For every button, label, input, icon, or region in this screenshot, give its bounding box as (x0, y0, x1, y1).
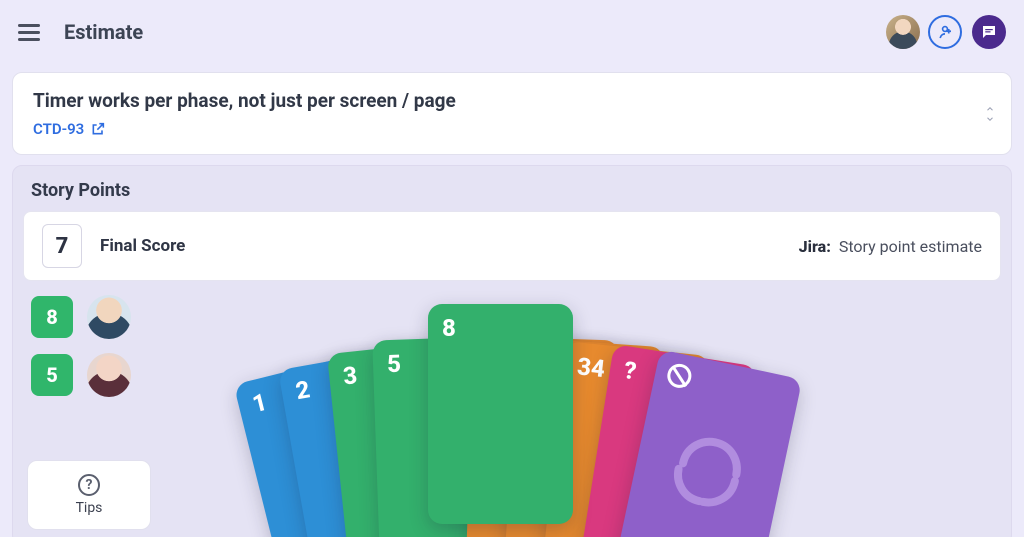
final-score-label: Final Score (100, 236, 185, 256)
invite-button[interactable] (928, 15, 962, 49)
issue-expand-handle[interactable] (983, 104, 997, 124)
issue-card: Timer works per phase, not just per scre… (12, 72, 1012, 155)
tips-button[interactable]: ? Tips (27, 460, 151, 530)
card-deck: 1 2 3 5 8 13 21 34 ? (258, 324, 818, 537)
poker-card-8[interactable]: 8 (428, 304, 573, 524)
issue-title: Timer works per phase, not just per scre… (33, 89, 991, 112)
jira-field-name: Story point estimate (839, 237, 982, 256)
chevron-up-icon (983, 104, 997, 114)
open-external-icon (90, 121, 106, 137)
jira-label: Jira: (799, 237, 831, 256)
help-icon: ? (78, 474, 100, 496)
chat-icon (980, 23, 998, 41)
vote-value-chip: 8 (31, 296, 73, 338)
page-title: Estimate (64, 20, 143, 44)
final-score-row: 7 Final Score Jira: Story point estimate (23, 211, 1001, 281)
final-score-box[interactable]: 7 (42, 224, 82, 268)
story-points-section: Story Points 7 Final Score Jira: Story p… (12, 165, 1012, 537)
participant-avatar[interactable] (87, 295, 131, 339)
jira-field-indicator: Jira: Story point estimate (799, 237, 982, 256)
issue-key-text: CTD-93 (33, 120, 84, 138)
topbar: Estimate (0, 0, 1024, 64)
menu-button[interactable] (18, 15, 52, 49)
issue-key-link[interactable]: CTD-93 (33, 120, 106, 138)
add-person-icon (936, 23, 954, 41)
vote-value-chip: 5 (31, 354, 73, 396)
chevron-down-icon (983, 114, 997, 124)
participant-avatar[interactable] (87, 353, 131, 397)
chat-button[interactable] (972, 15, 1006, 49)
tips-label: Tips (76, 500, 103, 516)
section-title: Story Points (13, 180, 1011, 211)
current-user-avatar[interactable] (886, 15, 920, 49)
